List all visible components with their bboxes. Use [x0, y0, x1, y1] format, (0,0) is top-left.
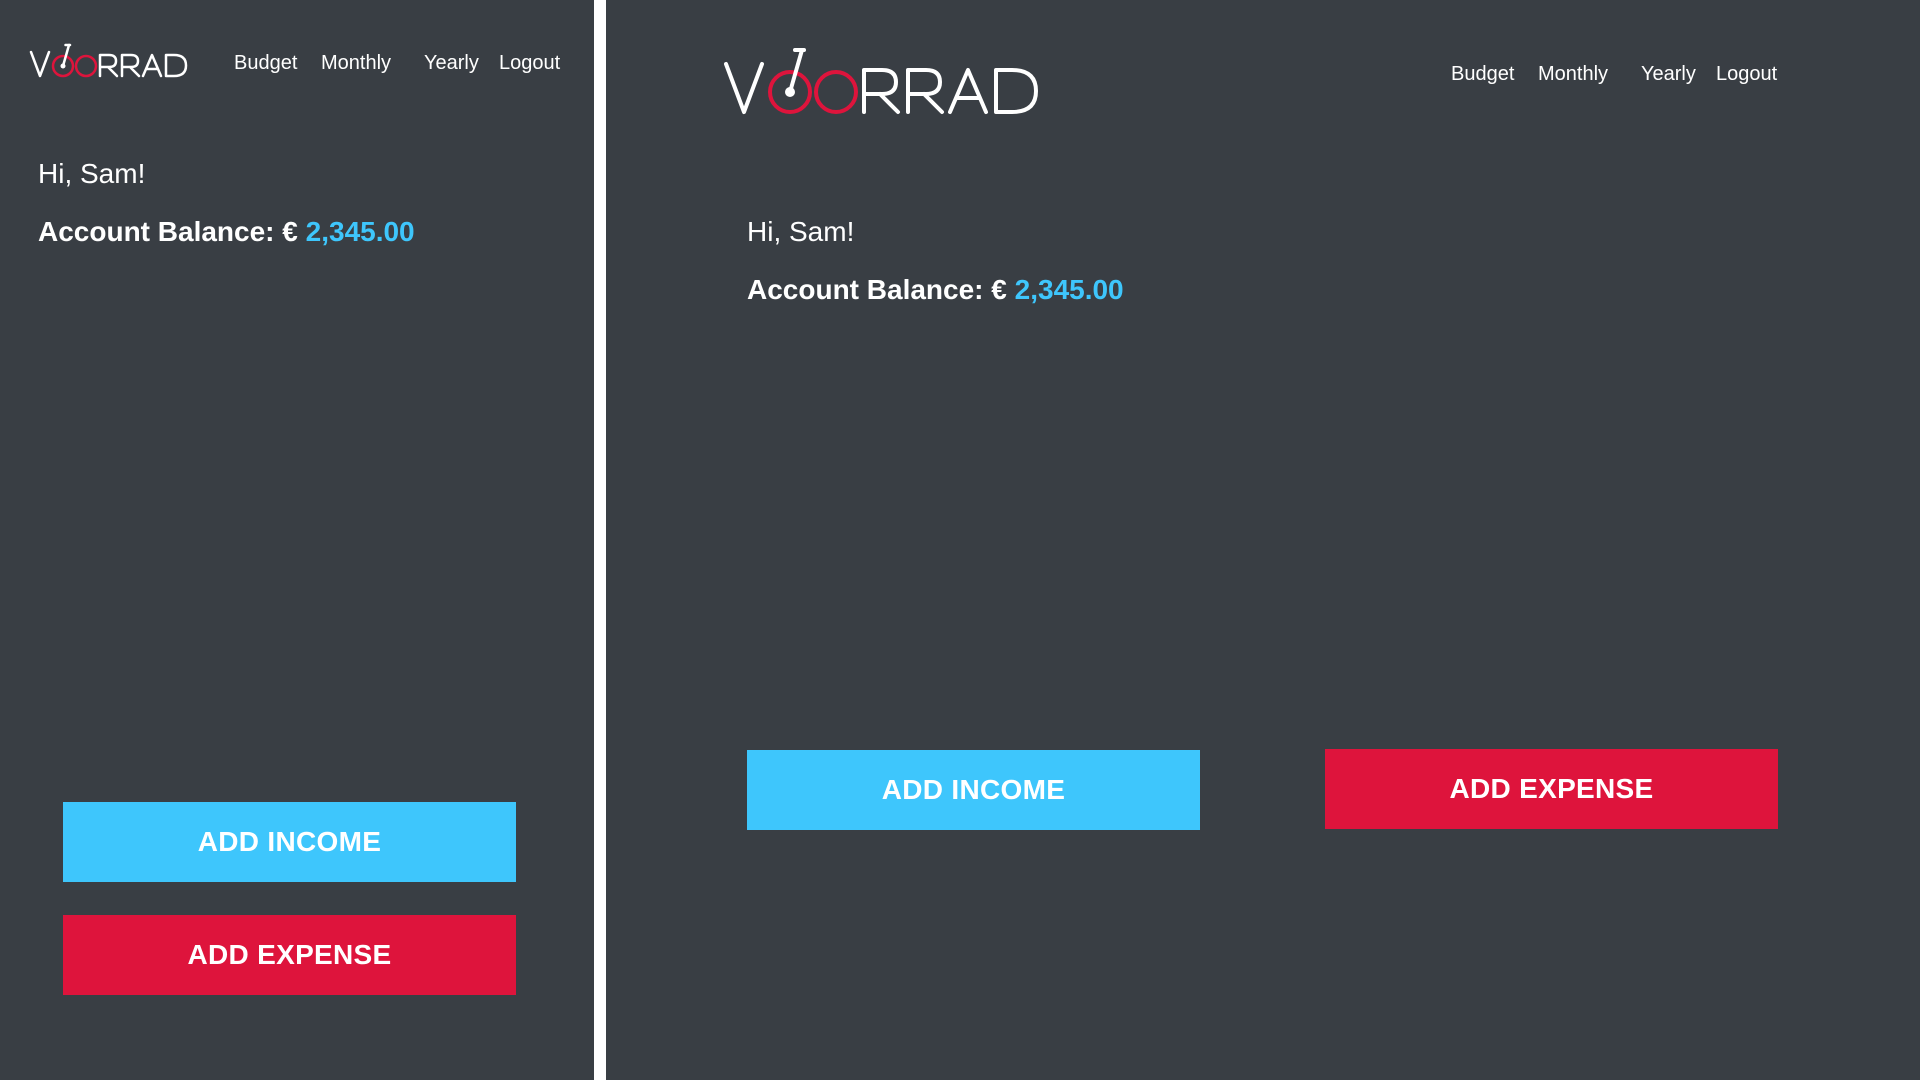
add-expense-button[interactable]: ADD EXPENSE: [1325, 749, 1778, 829]
balance-amount: 2,345.00: [1014, 274, 1124, 305]
nav-monthly[interactable]: Monthly: [321, 52, 391, 75]
nav-budget[interactable]: Budget: [234, 52, 297, 75]
mobile-view: Budget Monthly Yearly Logout Hi, Sam! Ac…: [0, 0, 594, 1080]
greeting: Hi, Sam!: [747, 216, 855, 247]
nav-logout[interactable]: Logout: [499, 52, 560, 75]
nav-monthly[interactable]: Monthly: [1538, 63, 1608, 86]
main-nav: Budget Monthly Yearly Logout: [0, 52, 594, 82]
greeting: Hi, Sam!: [38, 158, 146, 189]
account-balance: Account Balance: € 2,345.00: [747, 274, 1124, 306]
balance-amount: 2,345.00: [305, 216, 415, 247]
account-balance: Account Balance: € 2,345.00: [38, 216, 415, 248]
nav-logout[interactable]: Logout: [1716, 63, 1777, 86]
balance-label: Account Balance: €: [38, 216, 298, 247]
main-nav: Budget Monthly Yearly Logout: [606, 63, 1920, 93]
balance-label: Account Balance: €: [747, 274, 1007, 305]
desktop-view: Budget Monthly Yearly Logout Hi, Sam! Ac…: [606, 0, 1920, 1080]
nav-yearly[interactable]: Yearly: [424, 52, 479, 75]
add-income-button[interactable]: ADD INCOME: [747, 750, 1200, 830]
add-income-button[interactable]: ADD INCOME: [63, 802, 516, 882]
nav-yearly[interactable]: Yearly: [1641, 63, 1696, 86]
comparison-stage: Budget Monthly Yearly Logout Hi, Sam! Ac…: [0, 0, 1920, 1080]
nav-budget[interactable]: Budget: [1451, 63, 1514, 86]
add-expense-button[interactable]: ADD EXPENSE: [63, 915, 516, 995]
